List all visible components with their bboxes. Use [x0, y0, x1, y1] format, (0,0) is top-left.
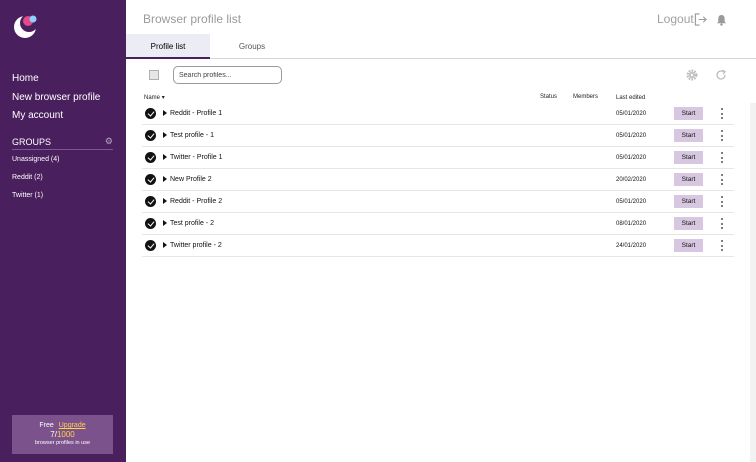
table-row[interactable]: Test profile - 1 05/01/2020 Start [142, 125, 734, 147]
more-options-icon[interactable] [719, 217, 725, 230]
app-logo[interactable] [12, 12, 40, 40]
profile-name: Test profile - 1 [170, 132, 214, 139]
more-options-icon[interactable] [719, 107, 725, 120]
more-options-icon[interactable] [719, 195, 725, 208]
profile-name: Test profile - 2 [170, 220, 214, 227]
table-row[interactable]: Reddit - Profile 1 05/01/2020 Start [142, 103, 734, 125]
expand-caret-icon[interactable] [163, 176, 167, 182]
plan-row: Free Upgrade [12, 422, 113, 429]
bell-icon[interactable] [716, 14, 727, 26]
tab-bar: Profile list Groups [126, 34, 756, 59]
last-edited-date: 05/01/2020 [616, 155, 647, 161]
start-button[interactable]: Start [674, 217, 703, 230]
column-header-members: Members [573, 94, 599, 100]
sidebar: Home New browser profile My account GROU… [0, 0, 126, 462]
check-circle-icon[interactable] [145, 108, 156, 119]
logout-icon[interactable] [694, 13, 707, 26]
nav-my-account[interactable]: My account [12, 110, 63, 121]
last-edited-date: 05/01/2020 [616, 111, 647, 117]
tab-groups[interactable]: Groups [210, 34, 294, 59]
table-row[interactable]: Reddit - Profile 2 05/01/2020 Start [142, 191, 734, 213]
start-button[interactable]: Start [674, 151, 703, 164]
logout-button[interactable]: Logout [657, 12, 694, 26]
group-item-twitter[interactable]: Twitter (1) [12, 192, 43, 199]
expand-caret-icon[interactable] [163, 220, 167, 226]
check-circle-icon[interactable] [145, 240, 156, 251]
nav-home[interactable]: Home [12, 73, 39, 84]
start-button[interactable]: Start [674, 195, 703, 208]
more-options-icon[interactable] [719, 129, 725, 142]
expand-caret-icon[interactable] [163, 154, 167, 160]
table-row[interactable]: Twitter profile - 2 24/01/2020 Start [142, 235, 734, 257]
plan-max: 1000 [56, 430, 75, 439]
main-content: Browser profile list Logout Profile list… [126, 0, 756, 462]
profile-name: New Profile 2 [170, 176, 212, 183]
last-edited-date: 05/01/2020 [616, 199, 647, 205]
table-row[interactable]: Twitter - Profile 1 05/01/2020 Start [142, 147, 734, 169]
profile-name: Reddit - Profile 1 [170, 110, 223, 117]
more-options-icon[interactable] [719, 173, 725, 186]
groups-header: GROUPS ⚙ [12, 136, 113, 150]
upgrade-link[interactable]: Upgrade [59, 422, 86, 429]
last-edited-date: 05/01/2020 [616, 133, 647, 139]
scrollbar[interactable] [750, 103, 756, 462]
refresh-icon[interactable] [715, 69, 727, 81]
check-circle-icon[interactable] [145, 174, 156, 185]
gear-icon[interactable] [686, 69, 698, 81]
group-item-reddit[interactable]: Reddit (2) [12, 174, 43, 181]
column-header-status: Status [540, 94, 558, 100]
groups-title: GROUPS [12, 137, 52, 147]
profile-name: Twitter profile - 2 [170, 242, 222, 249]
start-button[interactable]: Start [674, 173, 703, 186]
profile-name: Reddit - Profile 2 [170, 198, 223, 205]
last-edited-date: 08/01/2020 [616, 221, 647, 227]
start-button[interactable]: Start [674, 239, 703, 252]
sort-down-icon: ▾ [161, 95, 165, 101]
select-all-checkbox[interactable] [149, 70, 159, 80]
table-row[interactable]: New Profile 2 20/02/2020 Start [142, 169, 734, 191]
search-input[interactable] [173, 66, 282, 84]
plan-used: 7 [50, 430, 55, 439]
check-circle-icon[interactable] [145, 196, 156, 207]
table-row[interactable]: Test profile - 2 08/01/2020 Start [142, 213, 734, 235]
expand-caret-icon[interactable] [163, 132, 167, 138]
start-button[interactable]: Start [674, 129, 703, 142]
column-name-label: Name [144, 95, 161, 101]
plan-name: Free [39, 422, 54, 429]
group-item-unassigned[interactable]: Unassigned (4) [12, 156, 59, 163]
nav-new-browser-profile[interactable]: New browser profile [12, 92, 100, 103]
page-title: Browser profile list [143, 12, 242, 26]
start-button[interactable]: Start [674, 107, 703, 120]
plan-note: browser profiles in use [34, 440, 91, 446]
expand-caret-icon[interactable] [163, 242, 167, 248]
tab-profile-list[interactable]: Profile list [126, 34, 210, 59]
profile-name: Twitter - Profile 1 [170, 154, 223, 161]
check-circle-icon[interactable] [145, 130, 156, 141]
check-circle-icon[interactable] [145, 152, 156, 163]
more-options-icon[interactable] [719, 239, 725, 252]
expand-caret-icon[interactable] [163, 198, 167, 204]
column-header-name[interactable]: Name ▾ [144, 94, 165, 101]
more-options-icon[interactable] [719, 151, 725, 164]
last-edited-date: 20/02/2020 [616, 177, 647, 183]
plan-box: Free Upgrade 7/1000 browser profiles in … [12, 415, 113, 454]
plan-usage: 7/1000 [50, 430, 75, 439]
check-circle-icon[interactable] [145, 218, 156, 229]
last-edited-date: 24/01/2020 [616, 243, 647, 249]
gear-icon[interactable]: ⚙ [105, 136, 113, 147]
expand-caret-icon[interactable] [163, 110, 167, 116]
column-header-last-edited: Last edited [616, 95, 646, 101]
